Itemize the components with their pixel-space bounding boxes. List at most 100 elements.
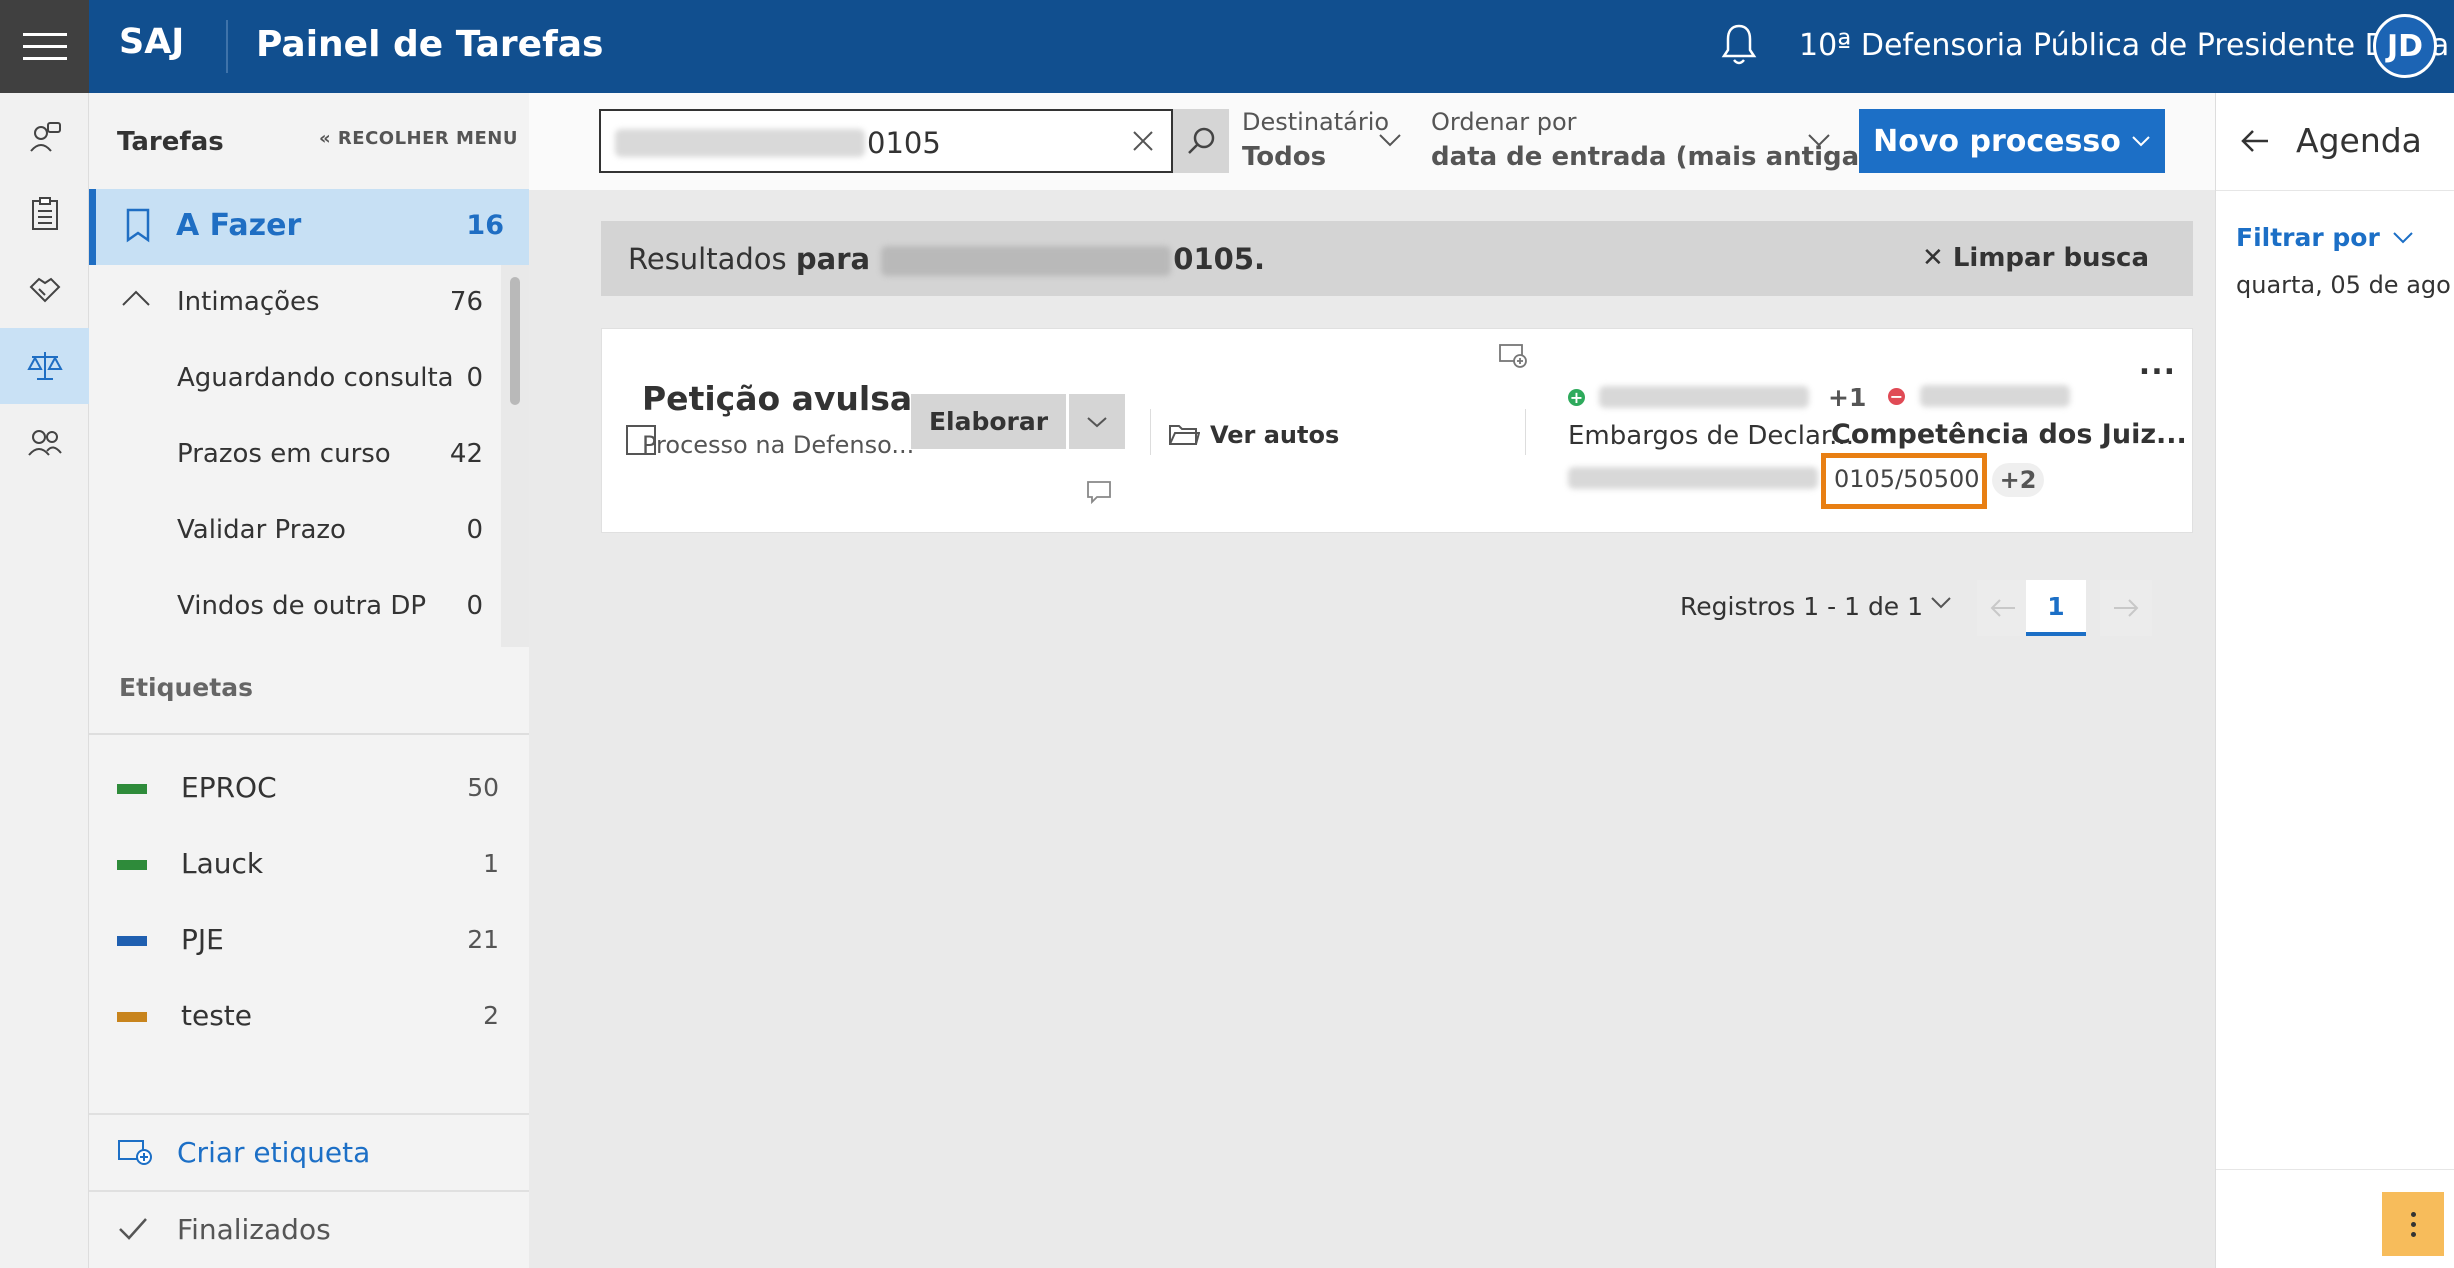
group-icon[interactable] (0, 404, 89, 480)
comment-icon[interactable] (1085, 479, 1113, 505)
search-input[interactable]: 0105 (599, 109, 1173, 173)
sidebar-item-count: 0 (466, 515, 483, 545)
sidebar: Tarefas « RECOLHER MENU A Fazer 16 Intim… (89, 93, 529, 1268)
hamburger-menu-icon[interactable] (0, 0, 89, 93)
clear-icon[interactable] (1129, 127, 1157, 155)
sidebar-item-label: Prazos em curso (177, 439, 391, 469)
sidebar-item-intimacoes[interactable]: Intimações 76 (89, 265, 499, 341)
next-page-button[interactable] (2100, 580, 2152, 636)
sort-dropdown[interactable]: Ordenar por data de entrada (mais antiga… (1431, 108, 1871, 172)
filter-by-label: Filtrar por (2236, 223, 2380, 252)
previous-page-button[interactable] (1977, 580, 2029, 636)
chevron-down-icon (2393, 231, 2413, 243)
search-button[interactable] (1173, 109, 1229, 173)
finished-button[interactable]: Finalizados (89, 1190, 529, 1266)
subject-more-badge[interactable]: +2 (1992, 463, 2044, 497)
plus-circle-icon: + (1568, 387, 1585, 407)
tag-item-eproc[interactable]: EPROC 50 (89, 751, 529, 827)
results-prefix: Resultados (628, 242, 787, 276)
chevron-down-icon[interactable] (1378, 133, 1402, 147)
sidebar-item-label: Vindos de outra DP (177, 591, 427, 621)
sidebar-item-validar-prazo[interactable]: Validar Prazo 0 (89, 493, 499, 569)
page-button-current[interactable]: 1 (2026, 580, 2086, 636)
tag-color-swatch (117, 1012, 147, 1022)
redacted-process-prefix (1568, 467, 1818, 489)
divider (89, 733, 529, 735)
add-window-icon[interactable] (1498, 343, 1528, 369)
tag-count: 21 (467, 925, 499, 954)
chevron-down-icon (1087, 416, 1107, 427)
active-party: + (1568, 381, 1809, 410)
filter-by-dropdown[interactable]: Filtrar por (2236, 223, 2414, 252)
task-title[interactable]: Petição avulsa (642, 379, 912, 418)
divider (2216, 190, 2454, 191)
double-chevron-left-icon: « (319, 128, 332, 149)
arrow-left-icon (1990, 599, 2015, 617)
add-tag-icon (118, 1140, 152, 1165)
tag-count: 1 (483, 849, 499, 878)
results-bar: Resultados para 0105. ✕ Limpar busca (601, 221, 2193, 296)
check-icon (119, 1218, 147, 1240)
scales-icon[interactable] (0, 328, 89, 404)
agenda-date: quarta, 05 de ago (2236, 271, 2451, 299)
arrow-left-icon[interactable] (2240, 129, 2270, 153)
task-card[interactable]: Petição avulsa Processo na Defenso... El… (601, 328, 2193, 533)
finished-label: Finalizados (177, 1213, 331, 1246)
bell-icon[interactable] (1719, 22, 1759, 68)
tag-color-swatch (117, 936, 147, 946)
new-process-button[interactable]: Novo processo (1859, 109, 2165, 173)
arrow-right-icon (2114, 599, 2139, 617)
chevron-down-icon[interactable] (1807, 133, 1831, 147)
people-chat-icon[interactable] (0, 100, 89, 176)
more-options-icon[interactable]: ... (2139, 347, 2176, 382)
sidebar-item-a-fazer[interactable]: A Fazer 16 (89, 189, 529, 265)
elaborate-button[interactable]: Elaborar (911, 394, 1066, 449)
redacted-text (1598, 386, 1809, 408)
recipient-value: Todos (1242, 142, 1327, 172)
scrollbar-thumb[interactable] (510, 277, 520, 405)
top-bar: SAJ Painel de Tarefas 10ª Defensoria Púb… (0, 0, 2454, 93)
avatar[interactable]: JD (2373, 14, 2437, 78)
handshake-icon[interactable] (0, 252, 89, 328)
clear-search-button[interactable]: ✕ Limpar busca (1922, 243, 2149, 273)
recipient-dropdown[interactable]: Destinatário Todos (1242, 108, 1389, 172)
brand-logo[interactable]: SAJ (119, 22, 184, 62)
vertical-more-icon[interactable] (2382, 1192, 2444, 1256)
tag-label: EPROC (181, 771, 277, 804)
sidebar-item-aguardando-consulta[interactable]: Aguardando consulta 0 (89, 341, 499, 417)
sidebar-item-count: 42 (449, 439, 483, 469)
sidebar-item-label: Validar Prazo (177, 515, 346, 545)
brand-divider (226, 20, 228, 73)
search-icon (1188, 127, 1215, 154)
sidebar-footer: Criar etiqueta Finalizados (89, 1113, 529, 1268)
collapse-menu-button[interactable]: « RECOLHER MENU (319, 128, 518, 149)
sidebar-item-prazos-em-curso[interactable]: Prazos em curso 42 (89, 417, 499, 493)
sidebar-item-vindos-de-outra-dp[interactable]: Vindos de outra DP 0 (89, 569, 499, 645)
redacted-text (881, 246, 1172, 276)
redacted-text (1568, 467, 1818, 489)
sidebar-scrollbar[interactable] (501, 265, 529, 647)
sidebar-item-count: 16 (466, 210, 504, 241)
chevron-up-icon[interactable] (121, 289, 151, 307)
tag-item-lauck[interactable]: Lauck 1 (89, 827, 529, 903)
main-content: 0105 Destinatário Todos Ordenar por data… (529, 93, 2215, 1268)
sidebar-item-label: Aguardando consulta (177, 363, 454, 393)
tag-label: Lauck (181, 847, 264, 880)
tag-color-swatch (117, 784, 147, 794)
create-tag-button[interactable]: Criar etiqueta (89, 1113, 529, 1189)
clipboard-icon[interactable] (0, 176, 89, 252)
tag-item-teste[interactable]: teste 2 (89, 979, 529, 1055)
tag-count: 50 (467, 773, 499, 802)
passive-party: − (1888, 385, 2071, 407)
subnav-list: Intimações 76 Aguardando consulta 0 Praz… (89, 265, 499, 647)
redacted-text (615, 129, 865, 157)
divider (1525, 409, 1526, 455)
chevron-down-icon[interactable] (1930, 596, 1952, 610)
elaborate-dropdown-button[interactable] (1069, 394, 1125, 449)
tag-item-pje[interactable]: PJE 21 (89, 903, 529, 979)
process-number[interactable]: 0105/50500 (1834, 465, 1980, 493)
party-more-badge[interactable]: +1 (1828, 383, 1866, 412)
create-tag-label: Criar etiqueta (177, 1136, 371, 1169)
org-name[interactable]: 10ª Defensoria Pública de Presidente Dut… (1799, 28, 2449, 63)
view-records-button[interactable]: Ver autos (1168, 421, 1339, 449)
